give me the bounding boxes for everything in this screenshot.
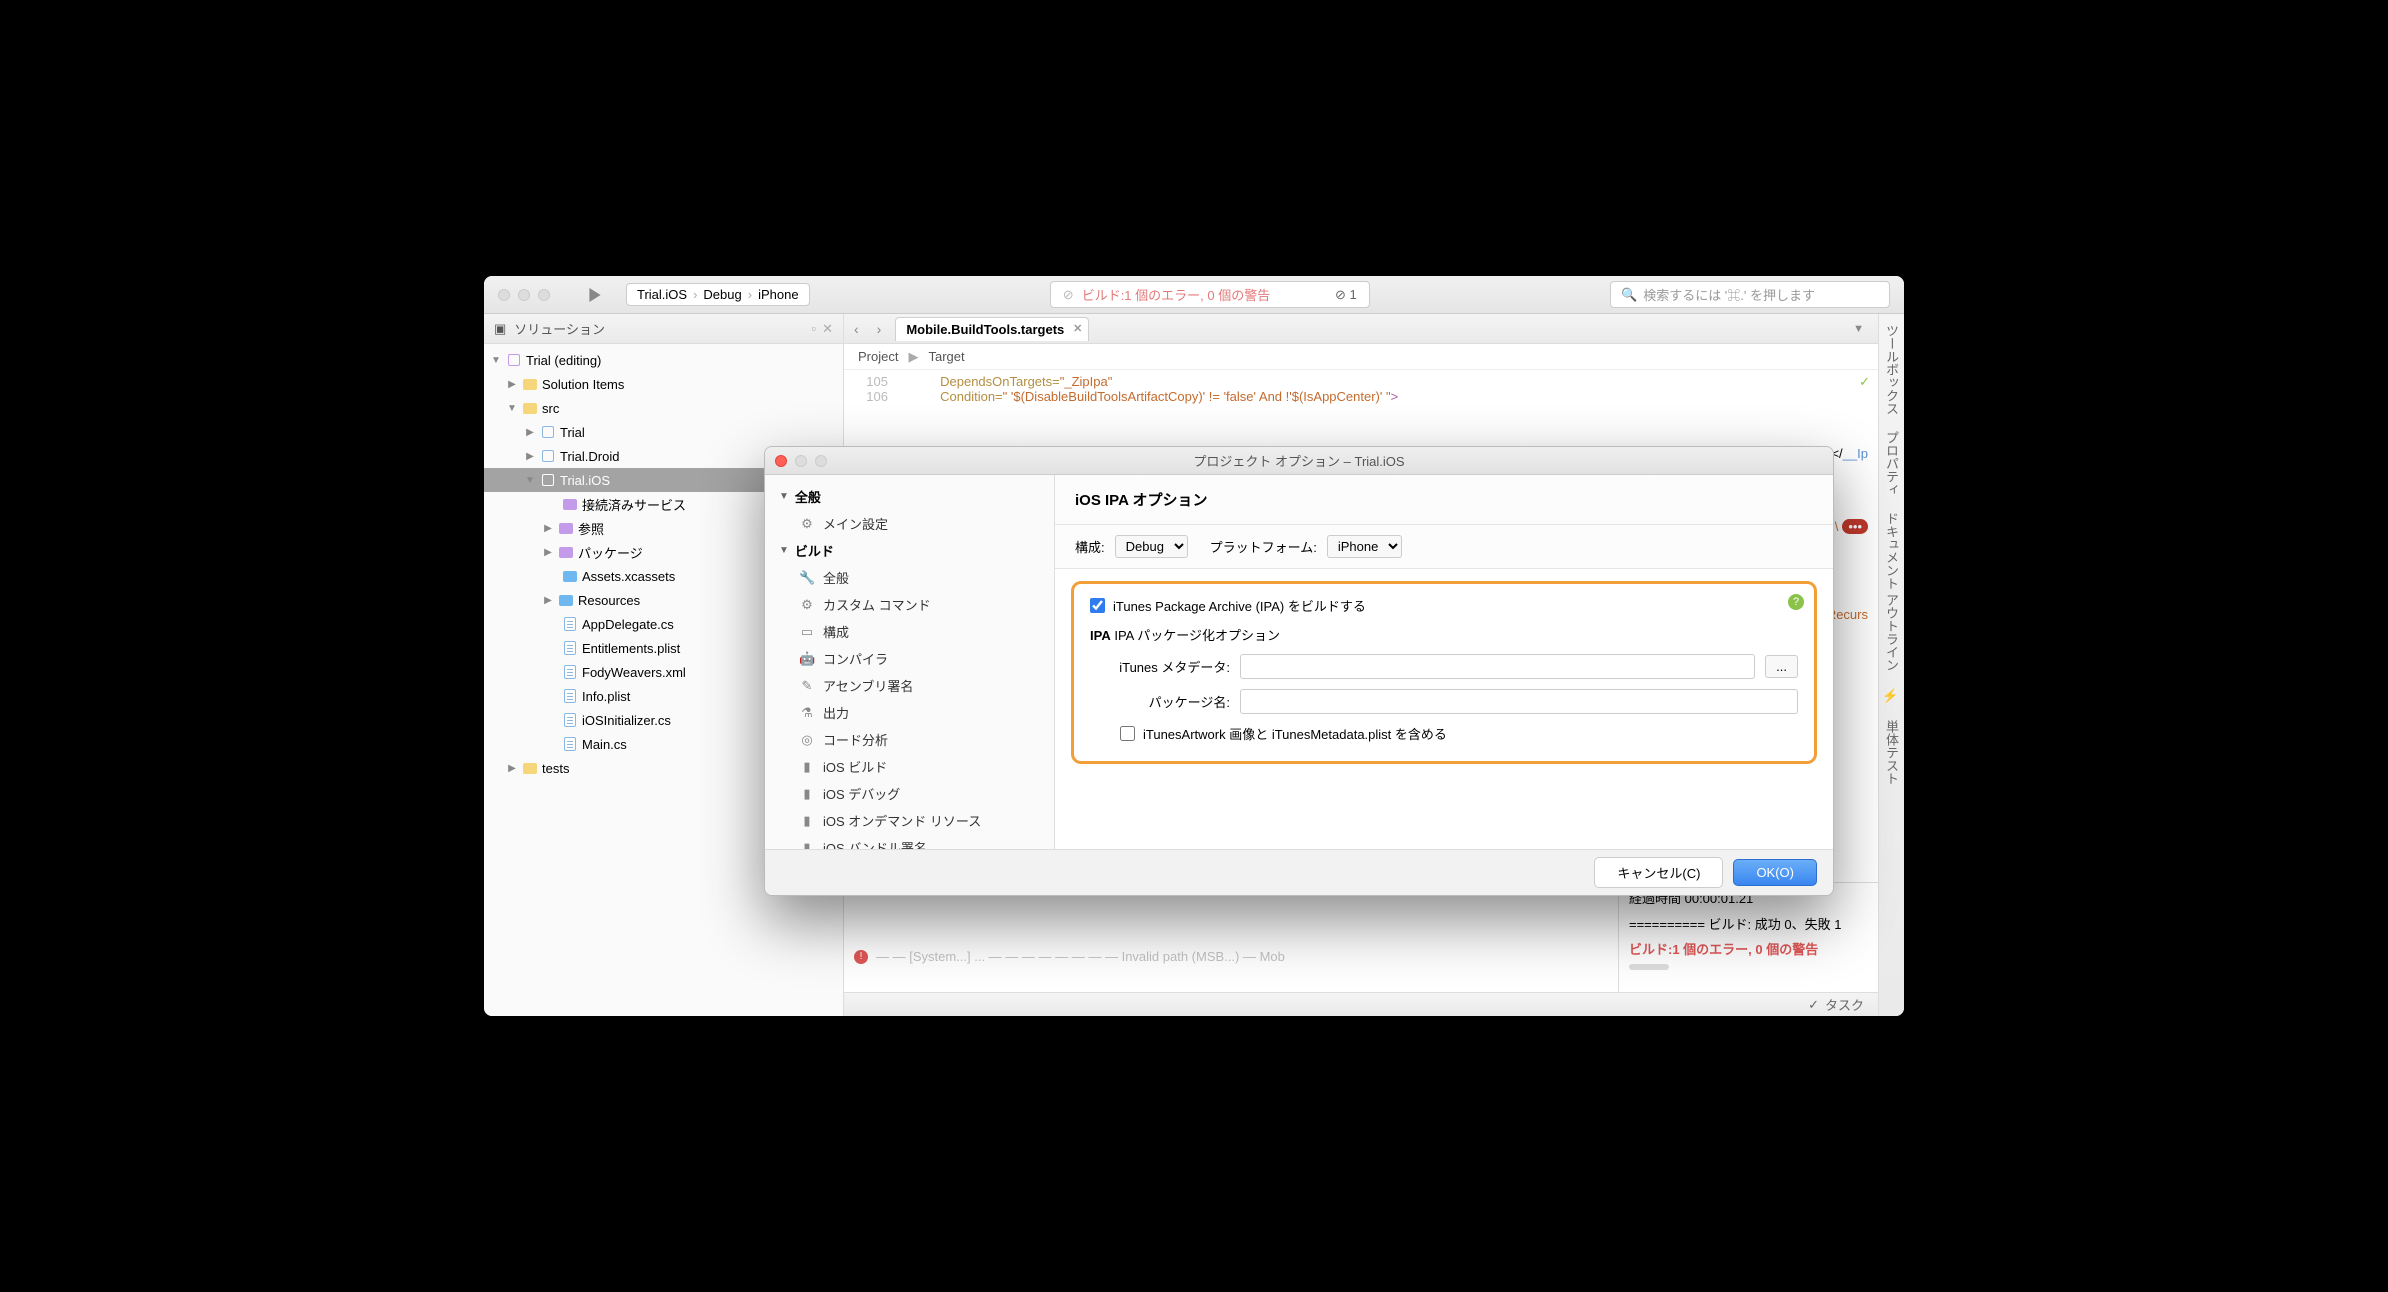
build-status-text: ビルド:1 個のエラー, 0 個の警告: [1082, 285, 1271, 304]
close-dot[interactable]: [498, 289, 510, 301]
sidebar-popout-icon[interactable]: ▫: [811, 321, 816, 337]
dialog-heading: iOS IPA オプション: [1055, 475, 1833, 525]
ipa-section-label: IPA IPA パッケージ化オプション: [1090, 628, 1280, 643]
error-list[interactable]: ! — — [System...] ... — — — — — — — — In…: [844, 883, 1618, 992]
ide-window: Trial.iOS › Debug › iPhone ⊘ ビルド:1 個のエラー…: [484, 276, 1904, 1016]
nav-back-icon[interactable]: ‹: [850, 321, 863, 337]
nav-main-settings[interactable]: ⚙メイン設定: [771, 510, 1048, 537]
editor-tab[interactable]: Mobile.BuildTools.targets ✕: [895, 317, 1089, 341]
build-ipa-checkbox[interactable]: [1090, 598, 1105, 613]
config-project: Trial.iOS: [637, 287, 687, 302]
main-toolbar: Trial.iOS › Debug › iPhone ⊘ ビルド:1 個のエラー…: [484, 276, 1904, 314]
package-name-label: パッケージ名:: [1090, 692, 1230, 711]
tree-src[interactable]: ▼src: [484, 396, 843, 420]
breadcrumb[interactable]: Project ▶ Target: [844, 344, 1878, 370]
check-icon: ✓: [1808, 997, 1819, 1013]
search-icon: 🔍: [1621, 287, 1637, 303]
config-label: 構成:: [1075, 537, 1105, 556]
config-device: iPhone: [758, 287, 798, 302]
nav-build-general[interactable]: 🔧全般: [771, 564, 1048, 591]
window-traffic-lights[interactable]: [498, 289, 550, 301]
minimize-dot[interactable]: [518, 289, 530, 301]
nav-ios-ondemand[interactable]: ▮iOS オンデマンド リソース: [771, 807, 1048, 834]
project-options-dialog: プロジェクト オプション – Trial.iOS ▼全般 ⚙メイン設定 ▼ビルド…: [764, 446, 1834, 896]
tree-trial[interactable]: ▶Trial: [484, 420, 843, 444]
build-status-display[interactable]: ⊘ ビルド:1 個のエラー, 0 個の警告 ⊘ 1: [1050, 281, 1370, 308]
nav-forward-icon[interactable]: ›: [873, 321, 886, 337]
itunes-metadata-input[interactable]: [1240, 654, 1755, 679]
status-bar: ✓ タスク: [844, 992, 1878, 1016]
config-mode: Debug: [703, 287, 741, 302]
ok-button[interactable]: OK(O): [1733, 859, 1817, 886]
status-tasks[interactable]: タスク: [1825, 995, 1864, 1014]
zoom-dot[interactable]: [538, 289, 550, 301]
nav-code-analysis[interactable]: ◎コード分析: [771, 726, 1048, 753]
nav-ios-debug[interactable]: ▮iOS デバッグ: [771, 780, 1048, 807]
folder-icon: ▣: [494, 321, 506, 337]
tab-bar: ‹ › Mobile.BuildTools.targets ✕ ▼: [844, 314, 1878, 344]
right-tool-strip: ツールボックス プロパティ ドキュメント アウトライン ⚡ 単体テスト: [1878, 314, 1904, 1016]
breadcrumb-project: Project: [858, 349, 898, 364]
nav-cat-build[interactable]: ▼ビルド: [771, 537, 1048, 564]
rside-properties[interactable]: プロパティ: [1882, 431, 1901, 496]
global-search[interactable]: 🔍 検索するには '⌘.' を押します: [1610, 281, 1890, 308]
nav-output[interactable]: ⚗出力: [771, 699, 1048, 726]
dialog-content: iOS IPA オプション 構成: Debug プラットフォーム: iPhone…: [1055, 475, 1833, 849]
dialog-subheader: 構成: Debug プラットフォーム: iPhone: [1055, 525, 1833, 569]
breadcrumb-target: Target: [928, 349, 964, 364]
nav-configurations[interactable]: ▭構成: [771, 618, 1048, 645]
rside-outline[interactable]: ドキュメント アウトライン: [1882, 512, 1901, 672]
build-ipa-label: iTunes Package Archive (IPA) をビルドする: [1113, 596, 1366, 615]
check-icon: ✓: [1859, 374, 1870, 390]
tab-overflow-icon[interactable]: ▼: [1845, 323, 1872, 335]
sidebar-title: ソリューション: [514, 319, 605, 338]
include-artwork-label: iTunesArtwork 画像と iTunesMetadata.plist を…: [1143, 724, 1447, 743]
search-placeholder: 検索するには '⌘.' を押します: [1643, 285, 1815, 304]
nav-ios-bundle-signing[interactable]: ▮iOS バンドル署名: [771, 834, 1048, 849]
dialog-titlebar[interactable]: プロジェクト オプション – Trial.iOS: [765, 447, 1833, 475]
nav-custom-commands[interactable]: ⚙カスタム コマンド: [771, 591, 1048, 618]
help-icon[interactable]: ?: [1788, 594, 1804, 610]
include-artwork-checkbox[interactable]: [1120, 726, 1135, 741]
output-summary: ========== ビルド: 成功 0、失敗 1: [1629, 915, 1868, 935]
output-panel: ! — — [System...] ... — — — — — — — — In…: [844, 882, 1878, 992]
rside-toolbox[interactable]: ツールボックス: [1882, 324, 1901, 415]
error-count: ⊘ 1: [1335, 287, 1357, 303]
sidebar-header: ▣ ソリューション ▫ ✕: [484, 314, 843, 344]
tree-root[interactable]: ▼Trial (editing): [484, 348, 843, 372]
platform-label: プラットフォーム:: [1210, 537, 1317, 556]
itunes-metadata-label: iTunes メタデータ:: [1090, 657, 1230, 676]
platform-select[interactable]: iPhone: [1327, 535, 1402, 558]
tree-solution-items[interactable]: ▶Solution Items: [484, 372, 843, 396]
nav-cat-general[interactable]: ▼全般: [771, 483, 1048, 510]
dialog-nav[interactable]: ▼全般 ⚙メイン設定 ▼ビルド 🔧全般 ⚙カスタム コマンド ▭構成 🤖コンパイ…: [765, 475, 1055, 849]
error-icon: ⊘: [1063, 287, 1074, 303]
build-output[interactable]: 経過時間 00:00:01.21 ========== ビルド: 成功 0、失敗…: [1618, 883, 1878, 992]
sidebar-close-icon[interactable]: ✕: [822, 321, 833, 337]
ipa-options-highlight: ? iTunes Package Archive (IPA) をビルドする IP…: [1071, 581, 1817, 764]
rside-unittest[interactable]: 単体テスト: [1882, 720, 1901, 785]
browse-button[interactable]: ...: [1765, 655, 1798, 678]
package-name-input[interactable]: [1240, 689, 1798, 714]
nav-assembly-signing[interactable]: ✎アセンブリ署名: [771, 672, 1048, 699]
dialog-zoom-dot: [815, 455, 827, 467]
cancel-button[interactable]: キャンセル(C): [1594, 857, 1723, 888]
dialog-min-dot: [795, 455, 807, 467]
output-error: ビルド:1 個のエラー, 0 個の警告: [1629, 942, 1818, 957]
dialog-title: プロジェクト オプション – Trial.iOS: [765, 451, 1833, 470]
nav-compiler[interactable]: 🤖コンパイラ: [771, 645, 1048, 672]
dialog-close-dot[interactable]: [775, 455, 787, 467]
dialog-footer: キャンセル(C) OK(O): [765, 849, 1833, 895]
tab-close-icon[interactable]: ✕: [1073, 322, 1082, 335]
run-button[interactable]: [584, 284, 606, 306]
nav-ios-build[interactable]: ▮iOS ビルド: [771, 753, 1048, 780]
run-config-selector[interactable]: Trial.iOS › Debug › iPhone: [626, 283, 810, 306]
config-select[interactable]: Debug: [1115, 535, 1188, 558]
tab-label: Mobile.BuildTools.targets: [906, 322, 1064, 337]
